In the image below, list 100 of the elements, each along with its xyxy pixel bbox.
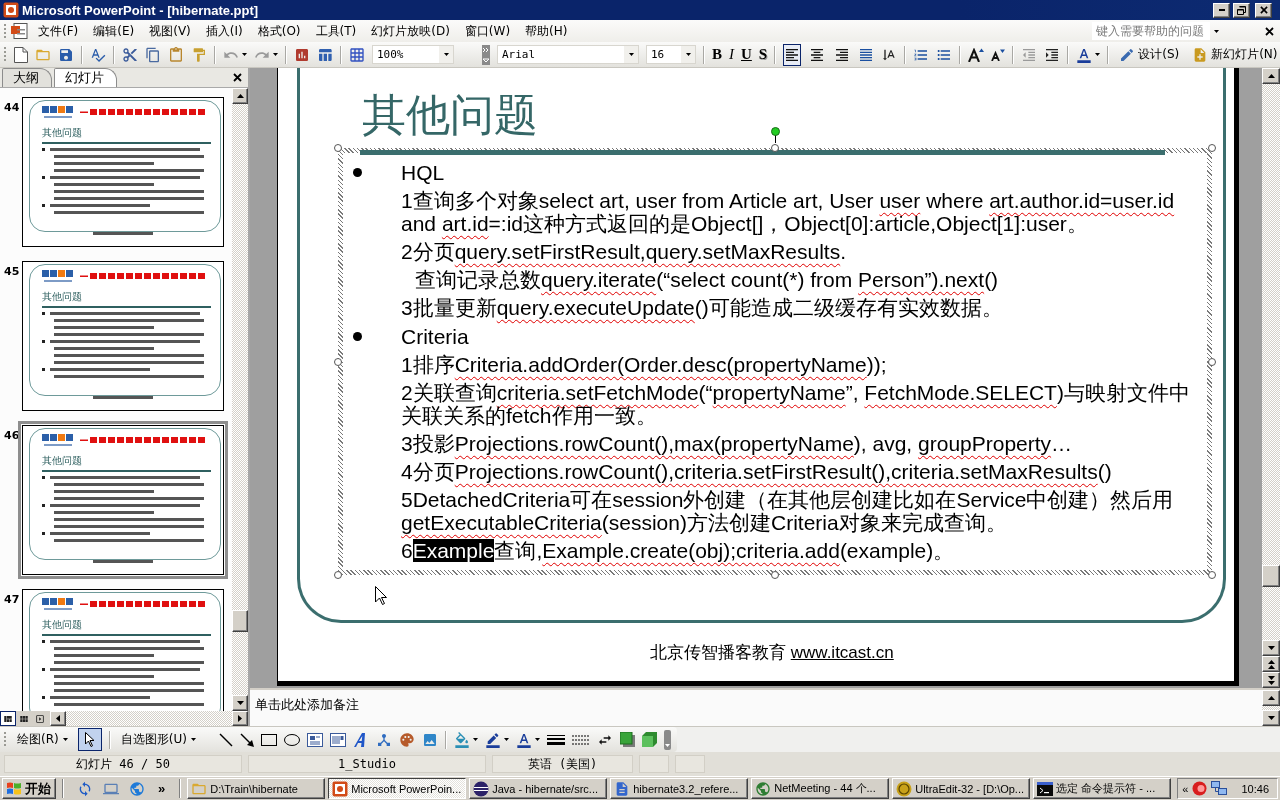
scroll-down-button[interactable] bbox=[232, 695, 248, 711]
scroll-down-button[interactable] bbox=[1262, 710, 1280, 726]
caret-icon[interactable] bbox=[273, 53, 278, 56]
close-icon[interactable] bbox=[233, 73, 242, 82]
slide-thumbnail[interactable]: 其他问题 bbox=[18, 421, 228, 579]
taskbar-button[interactable]: 选定 命令提示符 - ... bbox=[1033, 778, 1172, 799]
palette-icon[interactable] bbox=[398, 731, 415, 748]
round-emblem-icon[interactable] bbox=[896, 780, 913, 797]
globe-icon[interactable] bbox=[129, 780, 145, 797]
tray-expand-button[interactable]: « bbox=[1182, 782, 1189, 795]
footer-link[interactable]: www.itcast.cn bbox=[790, 643, 894, 662]
italic-button[interactable]: I bbox=[729, 44, 734, 65]
drag-handle-icon[interactable] bbox=[4, 732, 7, 747]
caret-icon[interactable] bbox=[628, 53, 634, 56]
resize-handle[interactable] bbox=[334, 357, 342, 366]
resize-handle[interactable] bbox=[334, 571, 342, 579]
grid-icon[interactable] bbox=[349, 46, 365, 63]
drag-handle-icon[interactable] bbox=[4, 23, 7, 39]
diagram-icon[interactable] bbox=[375, 731, 392, 748]
scrollbar-thumb[interactable] bbox=[1262, 564, 1280, 587]
font-dropdown[interactable]: Arial bbox=[497, 45, 639, 64]
menu-item[interactable]: 插入(I) bbox=[199, 20, 249, 42]
dash-style-icon[interactable] bbox=[571, 734, 590, 745]
resize-handle[interactable] bbox=[771, 571, 779, 579]
close-button[interactable] bbox=[1255, 2, 1272, 18]
caret-icon[interactable] bbox=[242, 53, 247, 56]
font-color-icon[interactable] bbox=[515, 731, 532, 748]
resize-handle[interactable] bbox=[1208, 144, 1216, 152]
resize-handle[interactable] bbox=[1208, 571, 1216, 579]
taskbar-button[interactable]: UltraEdit-32 - [D:\Op... bbox=[892, 778, 1031, 799]
design-button[interactable]: 设计(S) bbox=[1116, 43, 1183, 66]
select-tool-button[interactable] bbox=[77, 728, 102, 751]
vertical-scrollbar[interactable] bbox=[1262, 68, 1280, 688]
close-icon[interactable] bbox=[1259, 6, 1268, 14]
slide-thumbnail[interactable]: 其他问题 bbox=[22, 261, 224, 411]
notes-field[interactable]: 单击此处添加备注 bbox=[250, 690, 1262, 726]
picture-icon[interactable] bbox=[421, 731, 438, 748]
scroll-down-button[interactable] bbox=[1262, 640, 1280, 656]
taskbar-button[interactable]: hibernate3.2_refere... bbox=[610, 778, 749, 799]
menu-item[interactable]: 幻灯片放映(D) bbox=[365, 20, 456, 42]
paste-icon[interactable] bbox=[168, 46, 184, 63]
taskbar-button[interactable]: NetMeeting - 44 个... bbox=[751, 778, 890, 799]
caret-icon[interactable] bbox=[472, 738, 478, 741]
menu-item[interactable]: 编辑(E) bbox=[87, 20, 141, 42]
new-slide-button[interactable]: 新幻灯片(N) bbox=[1189, 43, 1280, 66]
scroll-up-button[interactable] bbox=[232, 88, 248, 104]
decrease-font-size-icon[interactable] bbox=[991, 48, 1006, 61]
menu-item[interactable]: 帮助(H) bbox=[519, 20, 574, 42]
drag-handle-icon[interactable] bbox=[4, 47, 7, 62]
zoom-dropdown[interactable]: 100% bbox=[372, 45, 454, 64]
taskbar-button[interactable]: Java - hibernate/src... bbox=[469, 778, 608, 799]
network-icon[interactable] bbox=[1211, 781, 1228, 796]
menu-item[interactable]: 文件(F) bbox=[32, 20, 85, 42]
start-button[interactable]: 开始 bbox=[2, 778, 56, 799]
taskbar-button[interactable]: Microsoft PowerPoin... bbox=[328, 778, 467, 799]
arrow-icon[interactable] bbox=[239, 732, 254, 747]
autoshapes-menu-button[interactable]: 自选图形(U) bbox=[117, 728, 199, 751]
sphere-icon[interactable] bbox=[473, 780, 490, 797]
scrollbar-thumb[interactable] bbox=[232, 610, 248, 633]
scroll-up-button[interactable] bbox=[1262, 68, 1280, 84]
font-size-dropdown[interactable]: 16 bbox=[646, 45, 696, 64]
increase-indent-icon[interactable] bbox=[1044, 46, 1061, 63]
toolbar-options-icon[interactable] bbox=[663, 729, 671, 750]
vertical-text-box-icon[interactable] bbox=[329, 732, 346, 747]
draw-menu-button[interactable]: 绘图(R) bbox=[14, 728, 71, 751]
scroll-up-button[interactable] bbox=[1262, 690, 1280, 706]
vertical-scrollbar[interactable] bbox=[232, 88, 248, 711]
sync-icon[interactable] bbox=[77, 780, 93, 797]
line-icon[interactable] bbox=[218, 732, 233, 747]
shadow-button[interactable]: S bbox=[758, 44, 768, 65]
bold-button[interactable]: B bbox=[712, 44, 722, 65]
close-icon[interactable] bbox=[1265, 26, 1274, 36]
text-box-icon[interactable] bbox=[306, 732, 323, 747]
horizontal-scrollbar[interactable] bbox=[50, 711, 248, 726]
console-icon[interactable] bbox=[1037, 781, 1054, 796]
menu-item[interactable]: 窗口(W) bbox=[458, 20, 517, 42]
line-style-icon[interactable] bbox=[546, 734, 565, 745]
document-icon[interactable] bbox=[11, 23, 29, 39]
slide-thumbnail[interactable]: 其他问题 bbox=[22, 97, 224, 247]
caret-icon[interactable] bbox=[62, 738, 68, 741]
menu-item[interactable]: 视图(V) bbox=[143, 20, 197, 42]
oval-icon[interactable] bbox=[283, 733, 300, 746]
caret-icon[interactable] bbox=[1214, 29, 1219, 33]
panel-tab[interactable]: 大纲 bbox=[2, 68, 52, 87]
spelling-check-icon[interactable] bbox=[90, 46, 106, 63]
rotation-handle[interactable] bbox=[771, 127, 780, 143]
table-icon[interactable] bbox=[317, 46, 333, 63]
previous-slide-button[interactable] bbox=[1262, 656, 1280, 672]
restore-button[interactable] bbox=[1233, 2, 1250, 18]
help-search-field[interactable]: 键入需要帮助的问题 bbox=[1092, 22, 1210, 40]
new-document-icon[interactable] bbox=[14, 46, 28, 63]
more-quick-launch-button[interactable]: » bbox=[148, 781, 174, 796]
fill-color-icon[interactable] bbox=[453, 731, 470, 748]
globe-icon[interactable] bbox=[755, 780, 772, 797]
increase-font-size-icon[interactable] bbox=[968, 47, 985, 62]
vertical-scrollbar[interactable] bbox=[1262, 690, 1280, 726]
taskbar-button[interactable]: D:\Train\hibernate bbox=[187, 778, 326, 799]
presentation-app-icon[interactable] bbox=[3, 2, 19, 18]
caret-icon[interactable] bbox=[503, 738, 509, 741]
font-color-icon[interactable] bbox=[1076, 46, 1093, 63]
